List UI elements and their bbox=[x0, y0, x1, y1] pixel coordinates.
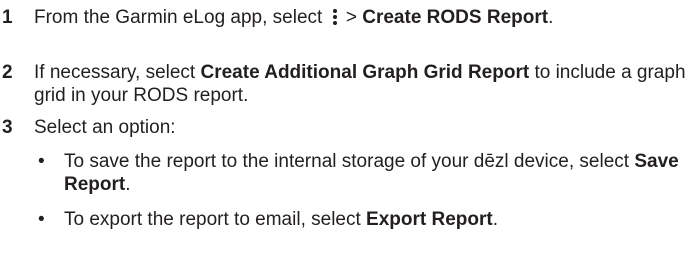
option-1: • To save the report to the internal sto… bbox=[0, 150, 695, 196]
step-command: Create RODS Report bbox=[362, 7, 549, 28]
option-text-post: . bbox=[492, 209, 499, 230]
step-1: 1 From the Garmin eLog app, select > Cre… bbox=[0, 6, 695, 29]
option-text: To export the report to email, select Ex… bbox=[64, 208, 695, 231]
step-text: From the Garmin eLog app, select > Creat… bbox=[34, 6, 695, 29]
option-text-post: . bbox=[125, 174, 131, 195]
step-number: 2 bbox=[2, 62, 13, 83]
step-text: Select an option: bbox=[34, 117, 176, 138]
step-2: 2 If necessary, select Create Additional… bbox=[0, 61, 695, 107]
instruction-document: 1 From the Garmin eLog app, select > Cre… bbox=[0, 0, 695, 254]
option-text-pre: To export the report to email, select bbox=[64, 209, 367, 230]
step-text-pre: If necessary, select bbox=[34, 62, 201, 83]
bullet-mark: • bbox=[38, 209, 45, 230]
bullet-mark: • bbox=[38, 151, 45, 172]
step-number: 3 bbox=[2, 117, 13, 138]
option-2: • To export the report to email, select … bbox=[0, 208, 695, 231]
vertical-ellipsis-menu-icon bbox=[332, 8, 338, 26]
step-text-pre: From the Garmin eLog app, select bbox=[34, 7, 323, 28]
step-text-separator: > bbox=[345, 7, 363, 28]
option-text-pre: To save the report to the internal stora… bbox=[64, 151, 635, 172]
option-text: To save the report to the internal stora… bbox=[64, 150, 695, 196]
option-command: Export Report bbox=[366, 209, 493, 230]
step-text: If necessary, select Create Additional G… bbox=[34, 61, 695, 107]
step-number: 1 bbox=[2, 7, 13, 28]
step-command: Create Additional Graph Grid Report bbox=[200, 62, 530, 83]
step-text-post: . bbox=[548, 7, 554, 28]
step-3: 3 Select an option: bbox=[0, 116, 695, 139]
